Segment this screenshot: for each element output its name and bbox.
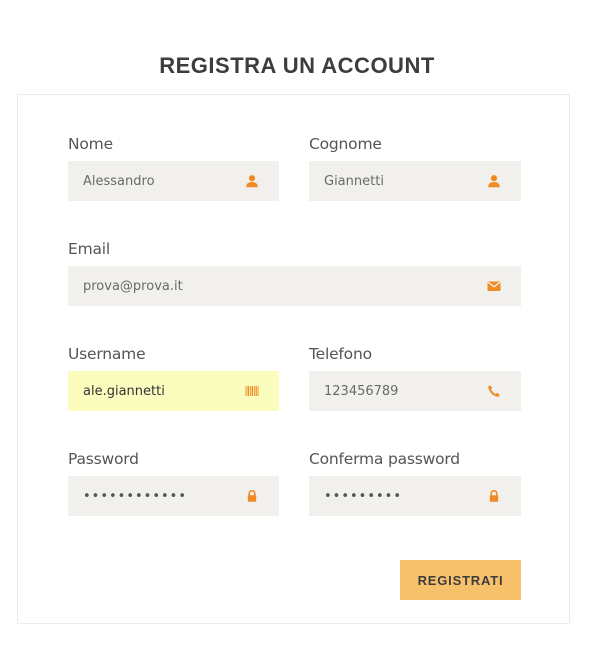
email-field-group: Email xyxy=(68,239,521,306)
phone-icon xyxy=(487,384,501,398)
password-input-wrap xyxy=(68,476,279,516)
password-field-group: Password xyxy=(68,449,279,516)
conferma-password-field-group: Conferma password xyxy=(309,449,521,516)
telefono-field-group: Telefono xyxy=(309,344,521,411)
telefono-label: Telefono xyxy=(309,345,372,363)
conferma-password-label: Conferma password xyxy=(309,450,460,468)
nome-input-wrap xyxy=(68,161,279,201)
username-label: Username xyxy=(68,345,146,363)
nome-label: Nome xyxy=(68,135,113,153)
cognome-input-wrap xyxy=(309,161,521,201)
password-label: Password xyxy=(68,450,139,468)
registrati-button[interactable]: REGISTRATI xyxy=(400,560,521,600)
cognome-label: Cognome xyxy=(309,135,382,153)
email-input[interactable] xyxy=(68,266,521,306)
user-icon xyxy=(245,174,259,188)
lock-icon xyxy=(487,489,501,503)
nome-field-group: Nome xyxy=(68,134,279,201)
lock-icon xyxy=(245,489,259,503)
page-title: REGISTRA UN ACCOUNT xyxy=(159,52,435,78)
username-field-group: Username xyxy=(68,344,279,411)
conferma-password-input-wrap xyxy=(309,476,521,516)
telefono-input-wrap xyxy=(309,371,521,411)
barcode-icon xyxy=(245,384,259,398)
username-input-wrap xyxy=(68,371,279,411)
cognome-field-group: Cognome xyxy=(309,134,521,201)
user-icon xyxy=(487,174,501,188)
envelope-icon xyxy=(487,279,501,293)
email-input-wrap xyxy=(68,266,521,306)
email-label: Email xyxy=(68,240,111,258)
